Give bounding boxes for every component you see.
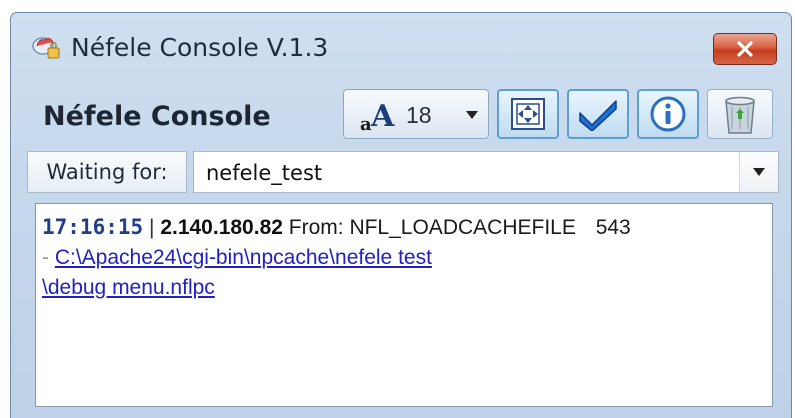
log-dash: - bbox=[42, 246, 49, 269]
console-title: Néfele Console bbox=[43, 101, 271, 132]
log-entry-path-cont: \debug menu.nflpc bbox=[42, 273, 766, 303]
info-button[interactable] bbox=[637, 89, 699, 139]
trash-icon bbox=[725, 96, 755, 134]
log-path-link[interactable]: C:\Apache24\cgi-bin\npcache\nefele test bbox=[55, 246, 432, 269]
log-path-link-cont[interactable]: \debug menu.nflpc bbox=[42, 276, 215, 299]
chevron-down-icon bbox=[466, 111, 478, 119]
font-size-value: 18 bbox=[406, 102, 432, 128]
log-ip: 2.140.180.82 bbox=[160, 216, 283, 239]
title-bar[interactable]: Néfele Console V.1.3 bbox=[11, 13, 791, 79]
waiting-for-label: Waiting for: bbox=[27, 151, 187, 193]
chevron-down-icon[interactable] bbox=[739, 152, 778, 192]
waiting-for-value: nefele_test bbox=[206, 161, 323, 185]
toolbar: Néfele Console a A 18 bbox=[27, 83, 779, 147]
checkmark-icon bbox=[579, 100, 617, 131]
log-source: From: NFL_LOADCACHEFILE bbox=[288, 216, 576, 239]
check-button[interactable] bbox=[567, 89, 629, 139]
svg-text:A: A bbox=[370, 99, 395, 134]
close-icon bbox=[737, 41, 753, 57]
log-entry-header: 17:16:15 | 2.140.180.82 From: NFL_LOADCA… bbox=[42, 212, 766, 243]
log-panel[interactable]: 17:16:15 | 2.140.180.82 From: NFL_LOADCA… bbox=[35, 203, 773, 407]
clear-log-button[interactable] bbox=[707, 89, 773, 139]
fit-window-button[interactable] bbox=[497, 89, 559, 139]
filter-bar: Waiting for: nefele_test bbox=[27, 151, 779, 193]
log-separator: | bbox=[149, 216, 155, 239]
info-icon bbox=[650, 96, 686, 132]
waiting-for-select[interactable]: nefele_test bbox=[193, 151, 779, 193]
console-window: Néfele Console V.1.3 Néfele Console a A … bbox=[10, 12, 792, 418]
fit-window-icon bbox=[511, 98, 545, 130]
app-cloud-icon bbox=[32, 37, 60, 59]
log-count: 543 bbox=[595, 216, 631, 239]
font-size-dropdown[interactable]: a A 18 bbox=[343, 89, 489, 139]
close-button[interactable] bbox=[713, 33, 777, 65]
window-title: Néfele Console V.1.3 bbox=[71, 33, 329, 62]
font-size-icon: a A bbox=[360, 99, 395, 134]
log-time: 17:16:15 bbox=[42, 215, 144, 239]
log-entry-path: - C:\Apache24\cgi-bin\npcache\nefele tes… bbox=[42, 243, 766, 273]
